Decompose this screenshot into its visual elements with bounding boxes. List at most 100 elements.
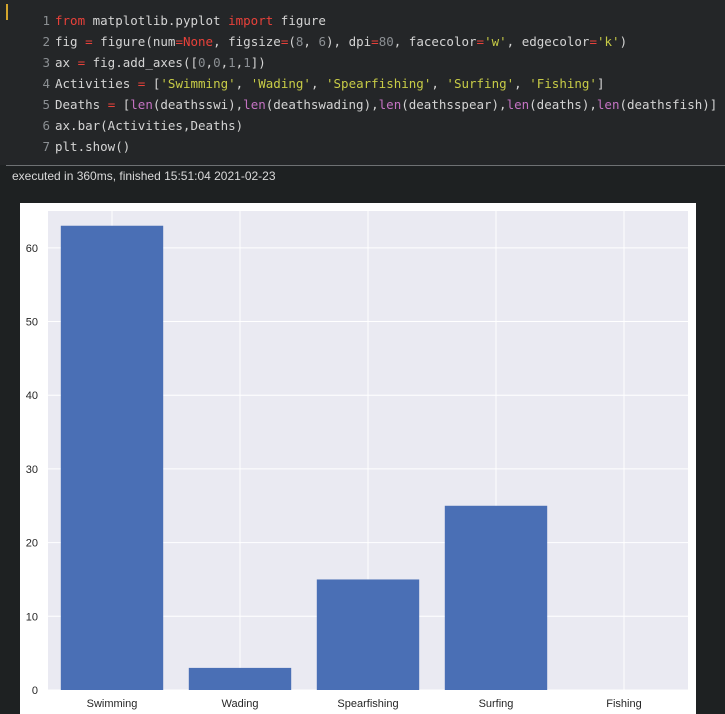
code-token: 'k'	[596, 34, 620, 49]
code-token: len	[596, 97, 620, 112]
code-token: ])	[250, 55, 266, 70]
code-token: ]	[596, 76, 605, 91]
code-token: =	[175, 34, 183, 49]
code-cell[interactable]: 1 from matplotlib.pyplot import figure 2 fi…	[0, 0, 725, 165]
line-number: 7	[42, 139, 50, 154]
code-token: figure(num	[92, 34, 176, 49]
code-token: [	[115, 97, 131, 112]
code-token: 0	[213, 55, 221, 70]
bar-spearfishing	[316, 579, 420, 690]
code-token: ax.bar(Activities,Deaths)	[55, 118, 244, 133]
y-tick-label: 30	[26, 464, 38, 476]
line-number: 6	[42, 118, 50, 133]
code-token: 'Surfing'	[446, 76, 515, 91]
code-token: 1	[228, 55, 236, 70]
code-line[interactable]: 3 ax = fig.add_axes([0,0,1,1])	[0, 52, 725, 73]
code-text: plt.show()	[55, 136, 130, 157]
x-tick-label: Swimming	[87, 698, 138, 710]
code-token: figure	[273, 13, 326, 28]
code-line[interactable]: 6 ax.bar(Activities,Deaths)	[0, 115, 725, 136]
x-tick-label: Wading	[222, 698, 259, 710]
code-token: =	[476, 34, 485, 49]
code-token: len	[130, 97, 153, 112]
output-plot: 0 10 20 30 40 50 60 Swimming Wading Spearfishing S…	[20, 203, 696, 714]
code-token: , edgecolor	[506, 34, 590, 49]
code-token: fig.add_axes([	[85, 55, 198, 70]
code-token: fig	[55, 34, 86, 49]
code-token: ), dpi	[326, 34, 372, 49]
code-token: ,	[303, 34, 319, 49]
code-token: from	[55, 13, 86, 28]
code-token: 'Fishing'	[529, 76, 597, 91]
code-token: 'Wading'	[250, 76, 311, 91]
code-text: ax = fig.add_axes([0,0,1,1])	[55, 52, 266, 73]
code-token: =	[85, 34, 93, 49]
code-token: None	[182, 34, 214, 49]
bar-wading	[188, 667, 292, 690]
code-token: =	[371, 34, 379, 49]
cell-divider	[6, 165, 725, 166]
code-token: ,	[514, 76, 530, 91]
x-tick-label: Spearfishing	[337, 698, 398, 710]
y-tick-label: 60	[26, 243, 38, 255]
code-token: (deathsfish)]	[619, 97, 718, 112]
code-token: ,	[235, 76, 251, 91]
code-text: fig = figure(num=None, figsize=(8, 6), d…	[55, 31, 627, 52]
line-number: 3	[42, 55, 50, 70]
line-number: 2	[42, 34, 50, 49]
code-token: [	[145, 76, 161, 91]
code-token: (deathswading),	[265, 97, 379, 112]
y-tick-label: 50	[26, 317, 38, 329]
x-tick-label: Fishing	[606, 698, 641, 710]
code-token: 'w'	[484, 34, 507, 49]
code-token: 1	[243, 55, 251, 70]
code-token: =	[589, 34, 597, 49]
code-text: ax.bar(Activities,Deaths)	[55, 115, 243, 136]
code-token: 80	[378, 34, 394, 49]
code-token: len	[378, 97, 402, 112]
code-token: ,	[431, 76, 447, 91]
code-token: 'Swimming'	[160, 76, 236, 91]
code-token: import	[228, 13, 274, 28]
y-tick-label: 20	[26, 538, 38, 550]
x-tick-label: Surfing	[479, 698, 514, 710]
code-text: Deaths = [len(deathsswi),len(deathswadin…	[55, 94, 717, 115]
code-line[interactable]: 1 from matplotlib.pyplot import figure	[0, 10, 725, 31]
code-line[interactable]: 4 Activities = ['Swimming', 'Wading', 'Sp…	[0, 73, 725, 94]
code-token: )	[619, 34, 628, 49]
bar-chart: 0 10 20 30 40 50 60 Swimming Wading Spearfishing S…	[26, 211, 688, 710]
code-token: ,	[205, 55, 214, 70]
code-line[interactable]: 2 fig = figure(num=None, figsize=(8, 6), …	[0, 31, 725, 52]
code-token: 6	[318, 34, 326, 49]
code-token: len	[243, 97, 266, 112]
code-token: =	[77, 55, 86, 70]
code-token: (	[288, 34, 296, 49]
line-number: 5	[42, 97, 50, 112]
code-token: Deaths	[55, 97, 108, 112]
code-token: (deaths),	[529, 97, 597, 112]
bar-surfing	[444, 505, 548, 690]
execution-info: executed in 360ms, finished 15:51:04 202…	[12, 169, 276, 183]
y-tick-label: 10	[26, 611, 38, 623]
code-token: (deathsspear),	[401, 97, 507, 112]
code-token: , facecolor	[393, 34, 477, 49]
bar-swimming	[60, 225, 164, 690]
code-token: ,	[220, 55, 229, 70]
code-line[interactable]: 7 plt.show()	[0, 136, 725, 157]
code-token: ax	[55, 55, 78, 70]
line-number: 4	[42, 76, 50, 91]
code-token: len	[506, 97, 530, 112]
code-editor[interactable]: 1 from matplotlib.pyplot import figure 2 fi…	[0, 10, 725, 157]
y-tick-label: 40	[26, 390, 38, 402]
y-tick-label: 0	[32, 685, 38, 697]
code-token: 0	[198, 55, 206, 70]
code-line[interactable]: 5 Deaths = [len(deathsswi),len(deathswadi…	[0, 94, 725, 115]
code-token: Activities	[55, 76, 138, 91]
code-token: (deathsswi),	[152, 97, 244, 112]
code-token: ,	[310, 76, 326, 91]
code-token: 'Spearfishing'	[326, 76, 432, 91]
code-token: matplotlib.pyplot	[85, 13, 229, 28]
code-text: from matplotlib.pyplot import figure	[55, 10, 326, 31]
code-text: Activities = ['Swimming', 'Wading', 'Spe…	[55, 73, 604, 94]
code-token: , figsize	[213, 34, 281, 49]
